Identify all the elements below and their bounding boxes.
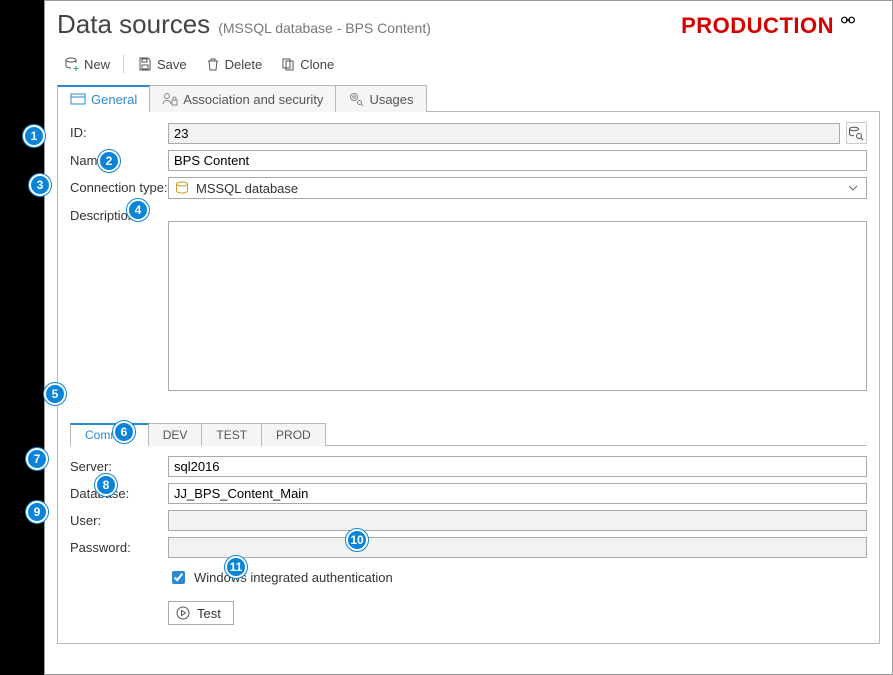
save-button[interactable]: Save (130, 52, 194, 76)
id-field (168, 123, 840, 144)
row-winauth: Windows integrated authentication Test (70, 564, 867, 625)
trash-icon (205, 56, 221, 72)
main-tabstrip: General Association and security Usages (57, 84, 880, 112)
user-field[interactable] (168, 510, 867, 531)
test-button-label: Test (197, 606, 221, 621)
description-field[interactable] (168, 221, 867, 391)
env-panel: Server: Database: User: Password: (70, 446, 867, 631)
row-database: Database: (70, 483, 867, 504)
row-id: ID: (70, 122, 867, 144)
id-lookup-button[interactable] (846, 122, 867, 144)
tab-association-label: Association and security (183, 92, 323, 107)
page: Data sources (MSSQL database - BPS Conte… (44, 0, 893, 675)
chevron-down-icon (845, 180, 861, 196)
page-subtitle: (MSSQL database - BPS Content) (218, 20, 431, 36)
row-connection-type: Connection type: MSSQL database (70, 177, 867, 199)
winauth-checkbox-row[interactable]: Windows integrated authentication (168, 568, 393, 587)
password-field[interactable] (168, 537, 867, 558)
user-label: User: (70, 510, 168, 528)
save-icon (137, 56, 153, 72)
winauth-label: Windows integrated authentication (194, 570, 393, 585)
database-search-icon (848, 125, 864, 141)
users-lock-icon (162, 91, 178, 107)
tab-dev[interactable]: DEV (148, 423, 203, 446)
general-panel: ID: Name: Connection type: (57, 112, 880, 644)
delete-button-label: Delete (225, 57, 263, 72)
tab-usages-label: Usages (369, 92, 413, 107)
card-icon (70, 91, 86, 107)
clone-button[interactable]: Clone (273, 52, 341, 76)
page-title: Data sources (57, 9, 210, 40)
gear-search-icon (348, 91, 364, 107)
tab-usages[interactable]: Usages (335, 85, 426, 112)
tab-general[interactable]: General (57, 85, 150, 112)
tab-association[interactable]: Association and security (149, 85, 336, 112)
server-label: Server: (70, 456, 168, 474)
database-field[interactable] (168, 483, 867, 504)
toolbar: New Save Delete Clone (57, 48, 880, 84)
name-label: Name: (70, 150, 168, 168)
winauth-checkbox[interactable] (172, 571, 185, 584)
play-circle-icon (175, 605, 191, 621)
page-header: Data sources (MSSQL database - BPS Conte… (57, 9, 880, 40)
row-name: Name: (70, 150, 867, 171)
header-left: Data sources (MSSQL database - BPS Conte… (57, 9, 431, 40)
password-label: Password: (70, 537, 168, 555)
environment-badge: PRODUCTION (681, 12, 880, 40)
tab-common[interactable]: Common (70, 423, 149, 446)
name-field[interactable] (168, 150, 867, 171)
tab-general-label: General (91, 92, 137, 107)
tab-test[interactable]: TEST (201, 423, 262, 446)
callout-1: 1 (23, 125, 45, 147)
row-user: User: (70, 510, 867, 531)
save-button-label: Save (157, 57, 187, 72)
copy-icon (280, 56, 296, 72)
connection-type-label: Connection type: (70, 177, 168, 195)
env-tabstrip: Common DEV TEST PROD (70, 422, 867, 446)
row-description: Description: (70, 205, 867, 406)
server-field[interactable] (168, 456, 867, 477)
tab-prod[interactable]: PROD (261, 423, 326, 446)
row-server: Server: (70, 456, 867, 477)
test-connection-button[interactable]: Test (168, 601, 234, 625)
toolbar-separator (123, 55, 124, 73)
id-label: ID: (70, 122, 168, 140)
clone-button-label: Clone (300, 57, 334, 72)
connection-type-value: MSSQL database (196, 181, 298, 196)
mssql-icon (174, 180, 190, 196)
database-label: Database: (70, 483, 168, 501)
chain-link-icon (840, 12, 880, 40)
delete-button[interactable]: Delete (198, 52, 270, 76)
environment-label: PRODUCTION (681, 13, 834, 39)
new-button-label: New (84, 57, 110, 72)
description-label: Description: (70, 205, 168, 223)
connection-type-select[interactable]: MSSQL database (168, 177, 867, 199)
row-password: Password: (70, 537, 867, 558)
new-button[interactable]: New (57, 52, 117, 76)
database-plus-icon (64, 56, 80, 72)
